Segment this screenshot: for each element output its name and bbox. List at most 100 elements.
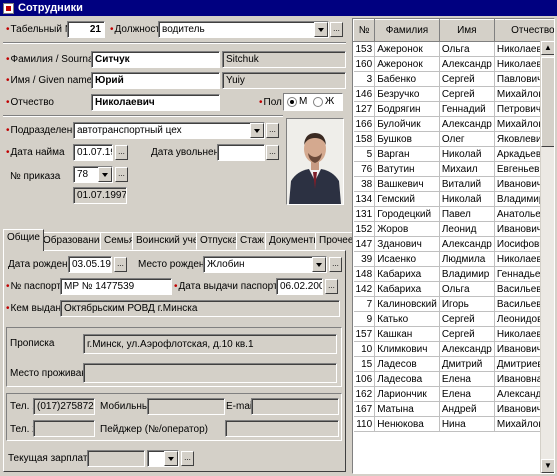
- gender-f-radio[interactable]: [313, 97, 323, 107]
- salary-dropdown-arrow-icon[interactable]: [164, 451, 178, 466]
- table-row[interactable]: 3 Бабенко Сергей Павлович: [353, 71, 554, 87]
- hire-date-field[interactable]: 01.07.1997: [73, 144, 113, 161]
- window-titlebar[interactable]: Сотрудники: [0, 0, 557, 16]
- table-row[interactable]: 148 Кабариха Владимир Геннадьевич: [353, 266, 554, 282]
- table-row[interactable]: 147 Зданович Александр Иосифович: [353, 236, 554, 252]
- table-row[interactable]: 167 Матына Андрей Иванович: [353, 401, 554, 417]
- row-name: Сергей: [439, 86, 495, 102]
- row-name: Николай: [439, 191, 495, 207]
- table-row[interactable]: 153 Ажеронок Ольга Николаевна: [353, 41, 554, 57]
- patronymic-field[interactable]: Николаевич: [91, 94, 220, 111]
- salary-ellipsis-button[interactable]: ...: [181, 451, 194, 466]
- row-surname: Варган: [374, 146, 440, 162]
- table-row[interactable]: 106 Ладесова Елена Ивановна: [353, 371, 554, 387]
- birth-date-picker-button[interactable]: ...: [114, 257, 127, 272]
- passport-date-field[interactable]: 06.02.2003: [276, 278, 323, 295]
- passport-field[interactable]: МР № 1477539: [60, 278, 172, 295]
- tab-education[interactable]: Образование: [39, 232, 109, 250]
- row-number: 167: [353, 401, 376, 417]
- salary-field[interactable]: [87, 450, 145, 467]
- given-name-ru-field[interactable]: Юрий: [91, 72, 220, 89]
- row-surname: Ватутин: [374, 161, 440, 177]
- column-header-surname[interactable]: Фамилия: [374, 19, 440, 42]
- table-row[interactable]: 166 Булойчик Александр Михайлович: [353, 116, 554, 132]
- birth-date-field[interactable]: 03.05.1961: [68, 256, 112, 273]
- table-row[interactable]: 158 Бушков Олег Яковлевич: [353, 131, 554, 147]
- table-row[interactable]: 160 Ажеронок Александр Николаевич: [353, 56, 554, 72]
- table-row[interactable]: 9 Катько Сергей Леонидович: [353, 311, 554, 327]
- table-row[interactable]: 131 Городецкий Павел Анатольевич: [353, 206, 554, 222]
- row-surname: Калиновский: [374, 296, 440, 312]
- table-row[interactable]: 10 Климкович Александр Иванович: [353, 341, 554, 357]
- residence-field[interactable]: [83, 363, 337, 383]
- table-row[interactable]: 134ГемскийНиколайВладимирович: [353, 191, 554, 207]
- row-name: Александр: [439, 56, 495, 72]
- order-dropdown-arrow-icon[interactable]: [98, 167, 112, 182]
- gender-m-radio[interactable]: [287, 97, 297, 107]
- row-surname: Зданович: [374, 236, 440, 252]
- table-row[interactable]: 162ЛариончикЕленаАлександровна: [353, 386, 554, 402]
- dismiss-date-field[interactable]: [217, 144, 265, 161]
- row-surname: Бодрягин: [374, 101, 440, 117]
- pager-field[interactable]: [225, 420, 339, 437]
- issued-by-field[interactable]: Октябрьским РОВД г.Минска: [60, 300, 340, 317]
- row-name: Николай: [439, 146, 495, 162]
- row-name: Сергей: [439, 71, 495, 87]
- birth-place-ellipsis-button[interactable]: ...: [329, 257, 342, 272]
- position-ellipsis-button[interactable]: ...: [330, 22, 343, 37]
- tab-general[interactable]: Общие: [3, 229, 44, 251]
- table-row[interactable]: 110 Ненюкова Нина Михайловна: [353, 416, 554, 432]
- given-name-en-field[interactable]: Yuiy: [222, 72, 346, 89]
- row-number: 160: [353, 56, 376, 72]
- table-row[interactable]: 142 Кабариха Ольга Васильевна: [353, 281, 554, 297]
- passport-date-picker-button[interactable]: ...: [325, 279, 338, 294]
- table-row[interactable]: 15 Ладесов Дмитрий Дмитриевич: [353, 356, 554, 372]
- division-dropdown-arrow-icon[interactable]: [250, 123, 264, 138]
- patronymic-label: Отчество: [6, 97, 54, 109]
- column-header-patronymic[interactable]: Отчество: [493, 19, 554, 42]
- division-select[interactable]: автотранспортный цех: [73, 122, 265, 139]
- birth-place-select[interactable]: Жлобин: [203, 256, 327, 273]
- column-header-number[interactable]: №: [353, 19, 376, 42]
- dismiss-date-picker-button[interactable]: ...: [266, 145, 279, 160]
- table-row[interactable]: 76 Ватутин Михаил Евгеньевич: [353, 161, 554, 177]
- order-ellipsis-button[interactable]: ...: [115, 167, 128, 182]
- row-surname: Безручко: [374, 86, 440, 102]
- tab-experience[interactable]: Стаж: [236, 232, 268, 250]
- scroll-up-icon[interactable]: ▲: [541, 41, 554, 55]
- table-row[interactable]: 157 Кашкан Сергей Николаевич: [353, 326, 554, 342]
- position-dropdown-arrow-icon[interactable]: [314, 22, 328, 37]
- surname-ru-field[interactable]: Ситчук: [91, 51, 220, 68]
- table-row[interactable]: 5 Варган Николай Аркадьевич: [353, 146, 554, 162]
- employee-photo[interactable]: [286, 118, 344, 205]
- table-row[interactable]: 38 Вашкевич Виталий Иванович: [353, 176, 554, 192]
- row-name: Виталий: [439, 176, 495, 192]
- registration-field[interactable]: г.Минск, ул.Аэрофлотская, д.10 кв.1: [83, 334, 337, 354]
- row-surname: Катько: [374, 311, 440, 327]
- mobile-field[interactable]: [147, 398, 225, 415]
- table-row[interactable]: 146 Безручко Сергей Михайлович: [353, 86, 554, 102]
- employees-grid[interactable]: № Фамилия Имя Отчество 153 Ажеронок Ольга Н…: [352, 18, 555, 474]
- tel2-field[interactable]: [33, 420, 95, 437]
- row-name: Нина: [439, 416, 495, 432]
- division-ellipsis-button[interactable]: ...: [266, 123, 279, 138]
- surname-en-field[interactable]: Sitchuk: [222, 51, 346, 68]
- table-row[interactable]: 39 Исаенко Людмила Николаевна: [353, 251, 554, 267]
- tel1-field[interactable]: (017)2758721: [33, 398, 95, 415]
- position-select[interactable]: водитель: [158, 21, 329, 38]
- table-row[interactable]: 152 Жоров Леонид Иванович: [353, 221, 554, 237]
- table-row[interactable]: 7 Калиновский Игорь Васильевич: [353, 296, 554, 312]
- birth-place-dropdown-arrow-icon[interactable]: [312, 257, 326, 272]
- order-select[interactable]: 78: [73, 166, 113, 183]
- column-header-name[interactable]: Имя: [438, 19, 495, 42]
- salary-currency-select[interactable]: [147, 450, 179, 467]
- hire-date-picker-button[interactable]: ...: [115, 145, 128, 160]
- scroll-down-icon[interactable]: ▼: [541, 459, 554, 473]
- row-surname: Гемский: [374, 191, 440, 207]
- tab-number-field[interactable]: 21: [67, 21, 105, 38]
- email-field[interactable]: [251, 398, 339, 415]
- grid-vertical-scrollbar[interactable]: ▲ ▼: [540, 41, 554, 473]
- scroll-thumb[interactable]: [541, 57, 554, 147]
- table-row[interactable]: 127 Бодрягин Геннадий Петрович: [353, 101, 554, 117]
- tab-vacations[interactable]: Отпуска: [196, 232, 242, 250]
